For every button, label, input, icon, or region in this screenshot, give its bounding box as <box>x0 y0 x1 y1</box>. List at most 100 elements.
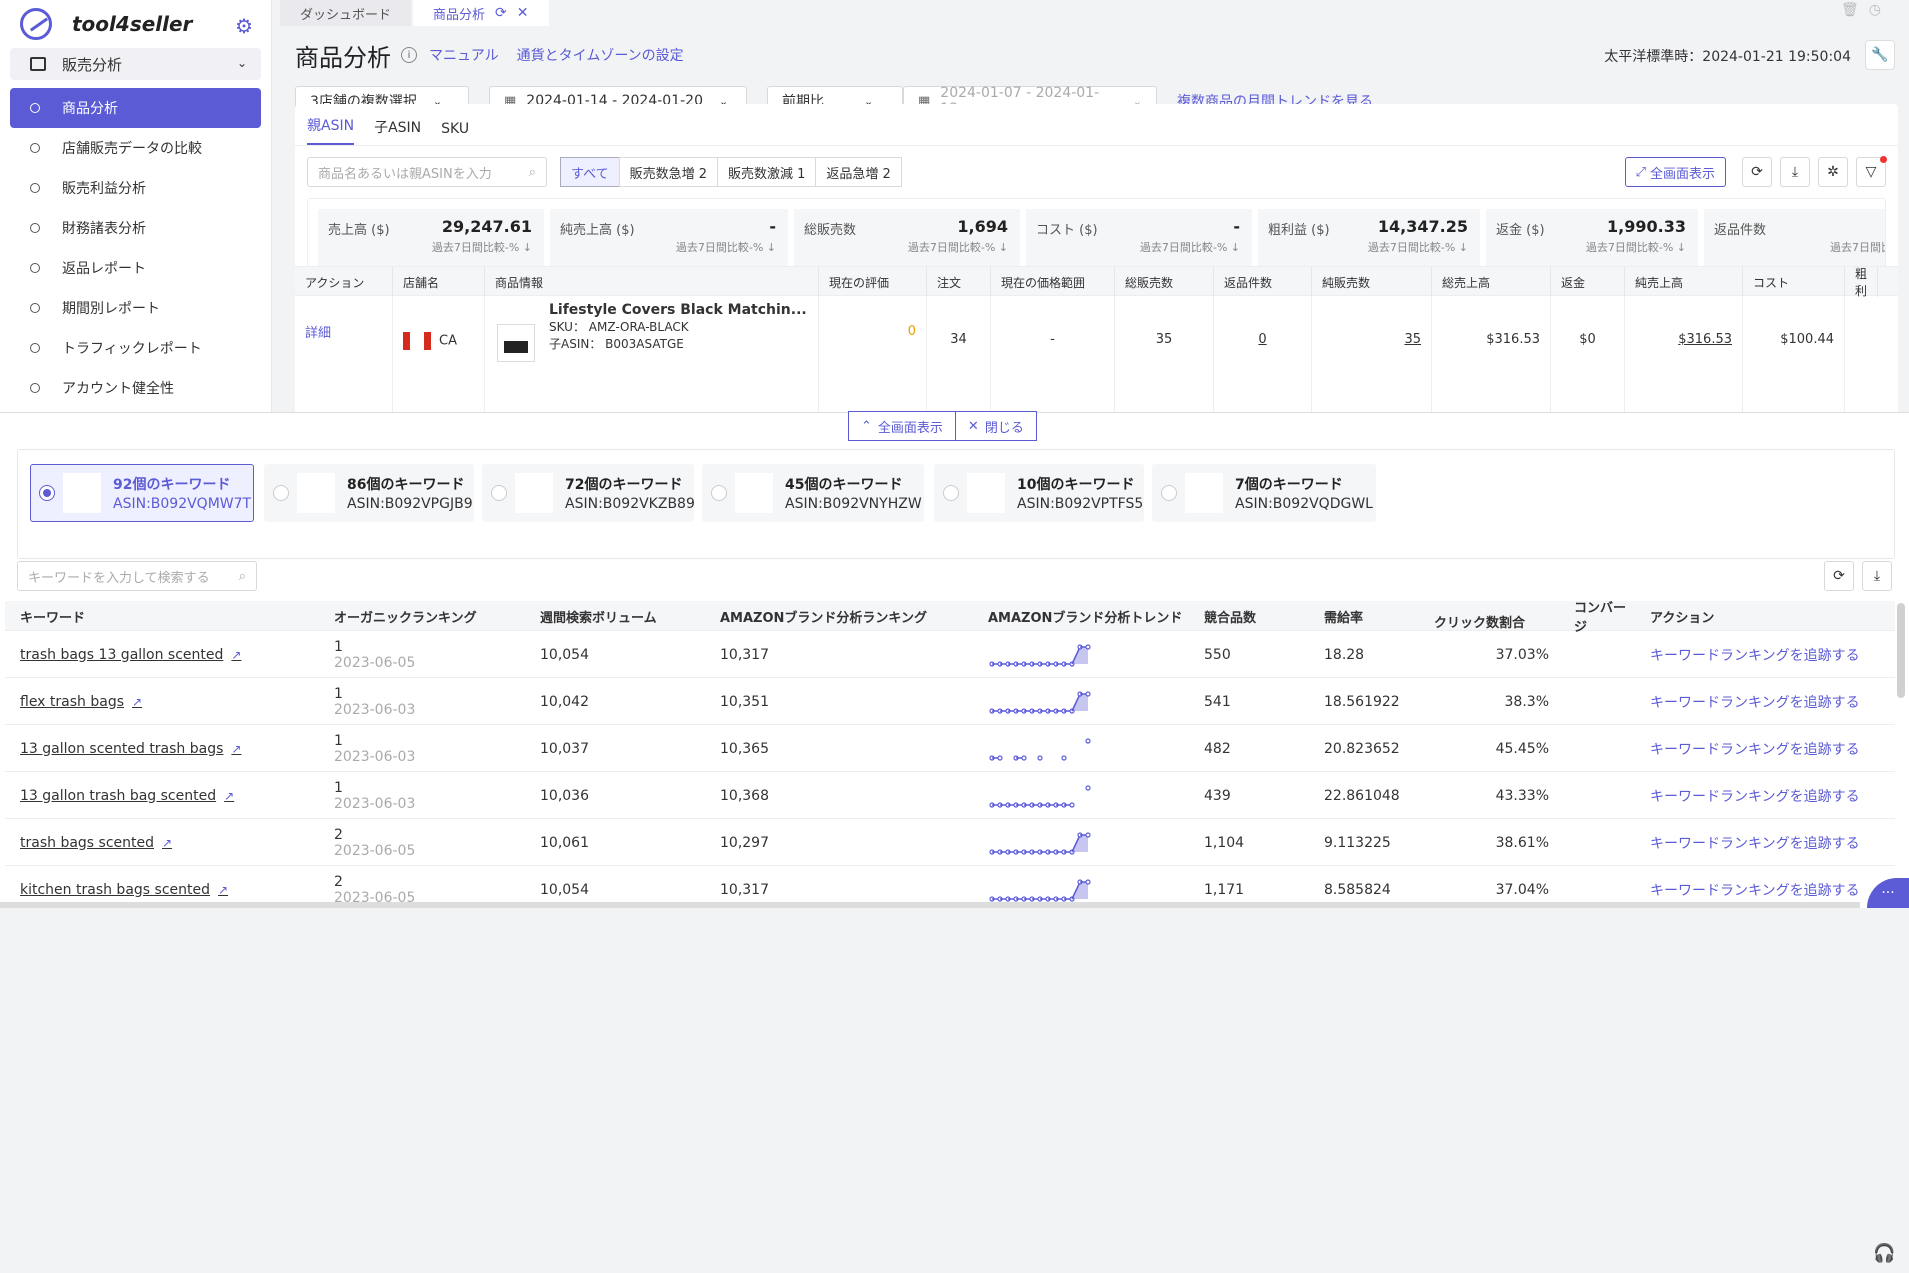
asin-card[interactable]: 10個のキーワード ASIN:B092VPTFS5 <box>934 464 1144 522</box>
asin-card[interactable]: 45個のキーワード ASIN:B092VNYHZW <box>702 464 924 522</box>
chip-all[interactable]: すべて <box>560 157 620 187</box>
logo[interactable]: tool4seller ⚙ <box>0 0 271 48</box>
track-ranking-link[interactable]: キーワードランキングを追跡する <box>1650 692 1885 712</box>
keyword-link[interactable]: trash bags 13 gallon scented ↗ <box>20 647 319 663</box>
radio-icon[interactable] <box>491 485 507 501</box>
track-ranking-link[interactable]: キーワードランキングを追跡する <box>1650 739 1885 759</box>
external-link-icon[interactable]: ↗ <box>132 695 142 709</box>
trend-sparkline[interactable] <box>988 641 1118 669</box>
external-link-icon[interactable]: ↗ <box>162 836 172 850</box>
headset-icon[interactable]: 🎧 <box>1873 1243 1903 1273</box>
column-header[interactable]: 競合品数 <box>1189 601 1309 631</box>
radio-icon[interactable] <box>711 485 727 501</box>
keyword-link[interactable]: kitchen trash bags scented ↗ <box>20 882 319 898</box>
keyword-link[interactable]: flex trash bags ↗ <box>20 694 319 710</box>
keyword-search-input[interactable]: キーワードを入力して検索する ⌕ <box>17 561 257 591</box>
search-icon[interactable]: ⌕ <box>239 569 246 584</box>
radio-icon[interactable] <box>1161 485 1177 501</box>
column-header[interactable]: 注文 <box>927 267 991 297</box>
trend-sparkline[interactable] <box>988 688 1118 716</box>
subtab-parent-asin[interactable]: 親ASIN <box>307 115 355 145</box>
track-ranking-link[interactable]: キーワードランキングを追跡する <box>1650 786 1885 806</box>
track-ranking-link[interactable]: キーワードランキングを追跡する <box>1650 645 1885 665</box>
radio-icon[interactable] <box>273 485 289 501</box>
column-header[interactable]: 総売上高 <box>1432 267 1551 297</box>
close-icon[interactable]: ✕ <box>517 5 529 21</box>
sidebar-item-returns[interactable]: 返品レポート <box>10 248 261 288</box>
track-ranking-link[interactable]: キーワードランキングを追跡する <box>1650 880 1885 900</box>
asin-card[interactable]: 86個のキーワード ASIN:B092VPGJB9 <box>264 464 474 522</box>
tab-product-analysis[interactable]: 商品分析 ⟳ ✕ <box>413 0 549 26</box>
keyword-link[interactable]: 13 gallon scented trash bags ↗ <box>20 741 319 757</box>
horizontal-scrollbar[interactable] <box>0 902 1860 908</box>
download-icon[interactable]: ⤓ <box>1780 157 1810 187</box>
chip-sales-drop[interactable]: 販売数激減 1 <box>716 157 817 187</box>
refresh-button[interactable]: ⟳ <box>1824 561 1854 591</box>
column-header[interactable]: 返品件数 <box>1214 267 1312 297</box>
asin-card[interactable]: 7個のキーワード ASIN:B092VQDGWL <box>1152 464 1376 522</box>
sidebar-item-financial[interactable]: 財務諸表分析 <box>10 208 261 248</box>
asin-card[interactable]: 72個のキーワード ASIN:B092VKZB89 <box>482 464 695 522</box>
trend-sparkline[interactable] <box>988 782 1118 810</box>
column-header[interactable]: クリック数割合 <box>1419 601 1559 631</box>
currency-timezone-link[interactable]: 通貨とタイムゾーンの設定 <box>517 45 684 65</box>
download-icon[interactable]: ⤓ <box>1862 561 1892 591</box>
column-header[interactable]: 純売上高 <box>1625 267 1743 297</box>
subtab-child-asin[interactable]: 子ASIN <box>374 117 421 145</box>
settings-icon[interactable]: ✲ <box>1818 157 1848 187</box>
filter-icon[interactable]: ▽ <box>1856 156 1887 187</box>
external-link-icon[interactable]: ↗ <box>231 648 241 662</box>
search-icon[interactable]: ⌕ <box>529 165 536 180</box>
external-link-icon[interactable]: ↗ <box>218 883 228 897</box>
external-link-icon[interactable]: ↗ <box>231 742 241 756</box>
net-sales-value[interactable]: 35 <box>1312 296 1432 416</box>
trend-sparkline[interactable] <box>988 876 1118 904</box>
chip-returns-surge[interactable]: 返品急増 2 <box>815 157 902 187</box>
column-header[interactable]: AMAZONブランド分析ランキング <box>705 601 973 631</box>
sidebar-item-traffic[interactable]: トラフィックレポート <box>10 328 261 368</box>
column-header[interactable]: 週間検索ボリューム <box>525 601 705 631</box>
external-link-icon[interactable]: ↗ <box>224 789 234 803</box>
clock-icon[interactable]: ◷ <box>1869 2 1891 18</box>
product-search-input[interactable]: 商品名あるいは親ASINを入力 ⌕ <box>307 157 547 187</box>
radio-icon[interactable] <box>39 485 55 501</box>
keyword-link[interactable]: trash bags scented ↗ <box>20 835 319 851</box>
trend-sparkline[interactable] <box>988 829 1118 857</box>
net-revenue-value[interactable]: $316.53 <box>1625 296 1743 416</box>
column-header[interactable]: 純販売数 <box>1312 267 1432 297</box>
fullscreen-button[interactable]: ⤢ 全画面表示 <box>1624 157 1726 187</box>
info-icon[interactable]: i <box>401 47 417 63</box>
tab-dashboard[interactable]: ダッシュボード <box>280 0 412 26</box>
manual-link[interactable]: マニュアル <box>429 45 499 65</box>
gear-icon[interactable]: ⚙ <box>235 14 253 38</box>
vertical-scrollbar[interactable] <box>1897 603 1905 698</box>
trash-icon[interactable]: 🗑 <box>1841 2 1869 18</box>
column-header[interactable]: 現在の評価 <box>819 267 927 297</box>
column-header[interactable]: コスト <box>1743 267 1845 297</box>
returns-value[interactable]: 0 <box>1214 296 1312 416</box>
sidebar-item-account-health[interactable]: アカウント健全性 <box>10 368 261 408</box>
column-header[interactable]: 需給率 <box>1309 601 1419 631</box>
column-header[interactable]: 返金 <box>1551 267 1625 297</box>
close-drawer-button[interactable]: ✕ 閉じる <box>955 411 1037 441</box>
keyword-link[interactable]: 13 gallon trash bag scented ↗ <box>20 788 319 804</box>
refresh-button[interactable]: ⟳ <box>1742 157 1772 187</box>
radio-icon[interactable] <box>943 485 959 501</box>
sidebar-group-sales[interactable]: 販売分析 ⌄ <box>10 48 261 80</box>
expand-fullscreen-button[interactable]: ⌃ 全画面表示 <box>848 411 956 441</box>
detail-link[interactable]: 詳細 <box>305 326 331 341</box>
trend-sparkline[interactable] <box>988 735 1118 763</box>
column-header[interactable]: 総販売数 <box>1115 267 1214 297</box>
subtab-sku[interactable]: SKU <box>441 121 469 145</box>
wrench-icon[interactable]: 🔧 <box>1865 40 1895 70</box>
refresh-icon[interactable]: ⟳ <box>495 5 507 21</box>
chip-sales-surge[interactable]: 販売数急増 2 <box>618 157 718 187</box>
sidebar-item-product-analysis[interactable]: 商品分析 <box>10 88 261 128</box>
track-ranking-link[interactable]: キーワードランキングを追跡する <box>1650 833 1885 853</box>
asin-card[interactable]: 92個のキーワード ASIN:B092VQMW7T <box>30 464 254 522</box>
sidebar-item-store-compare[interactable]: 店舗販売データの比較 <box>10 128 261 168</box>
sidebar-item-period[interactable]: 期間別レポート <box>10 288 261 328</box>
column-header[interactable]: オーガニックランキング <box>319 601 525 631</box>
sidebar-item-profit[interactable]: 販売利益分析 <box>10 168 261 208</box>
product-title[interactable]: Lifestyle Covers Black Matchin... <box>549 302 808 318</box>
